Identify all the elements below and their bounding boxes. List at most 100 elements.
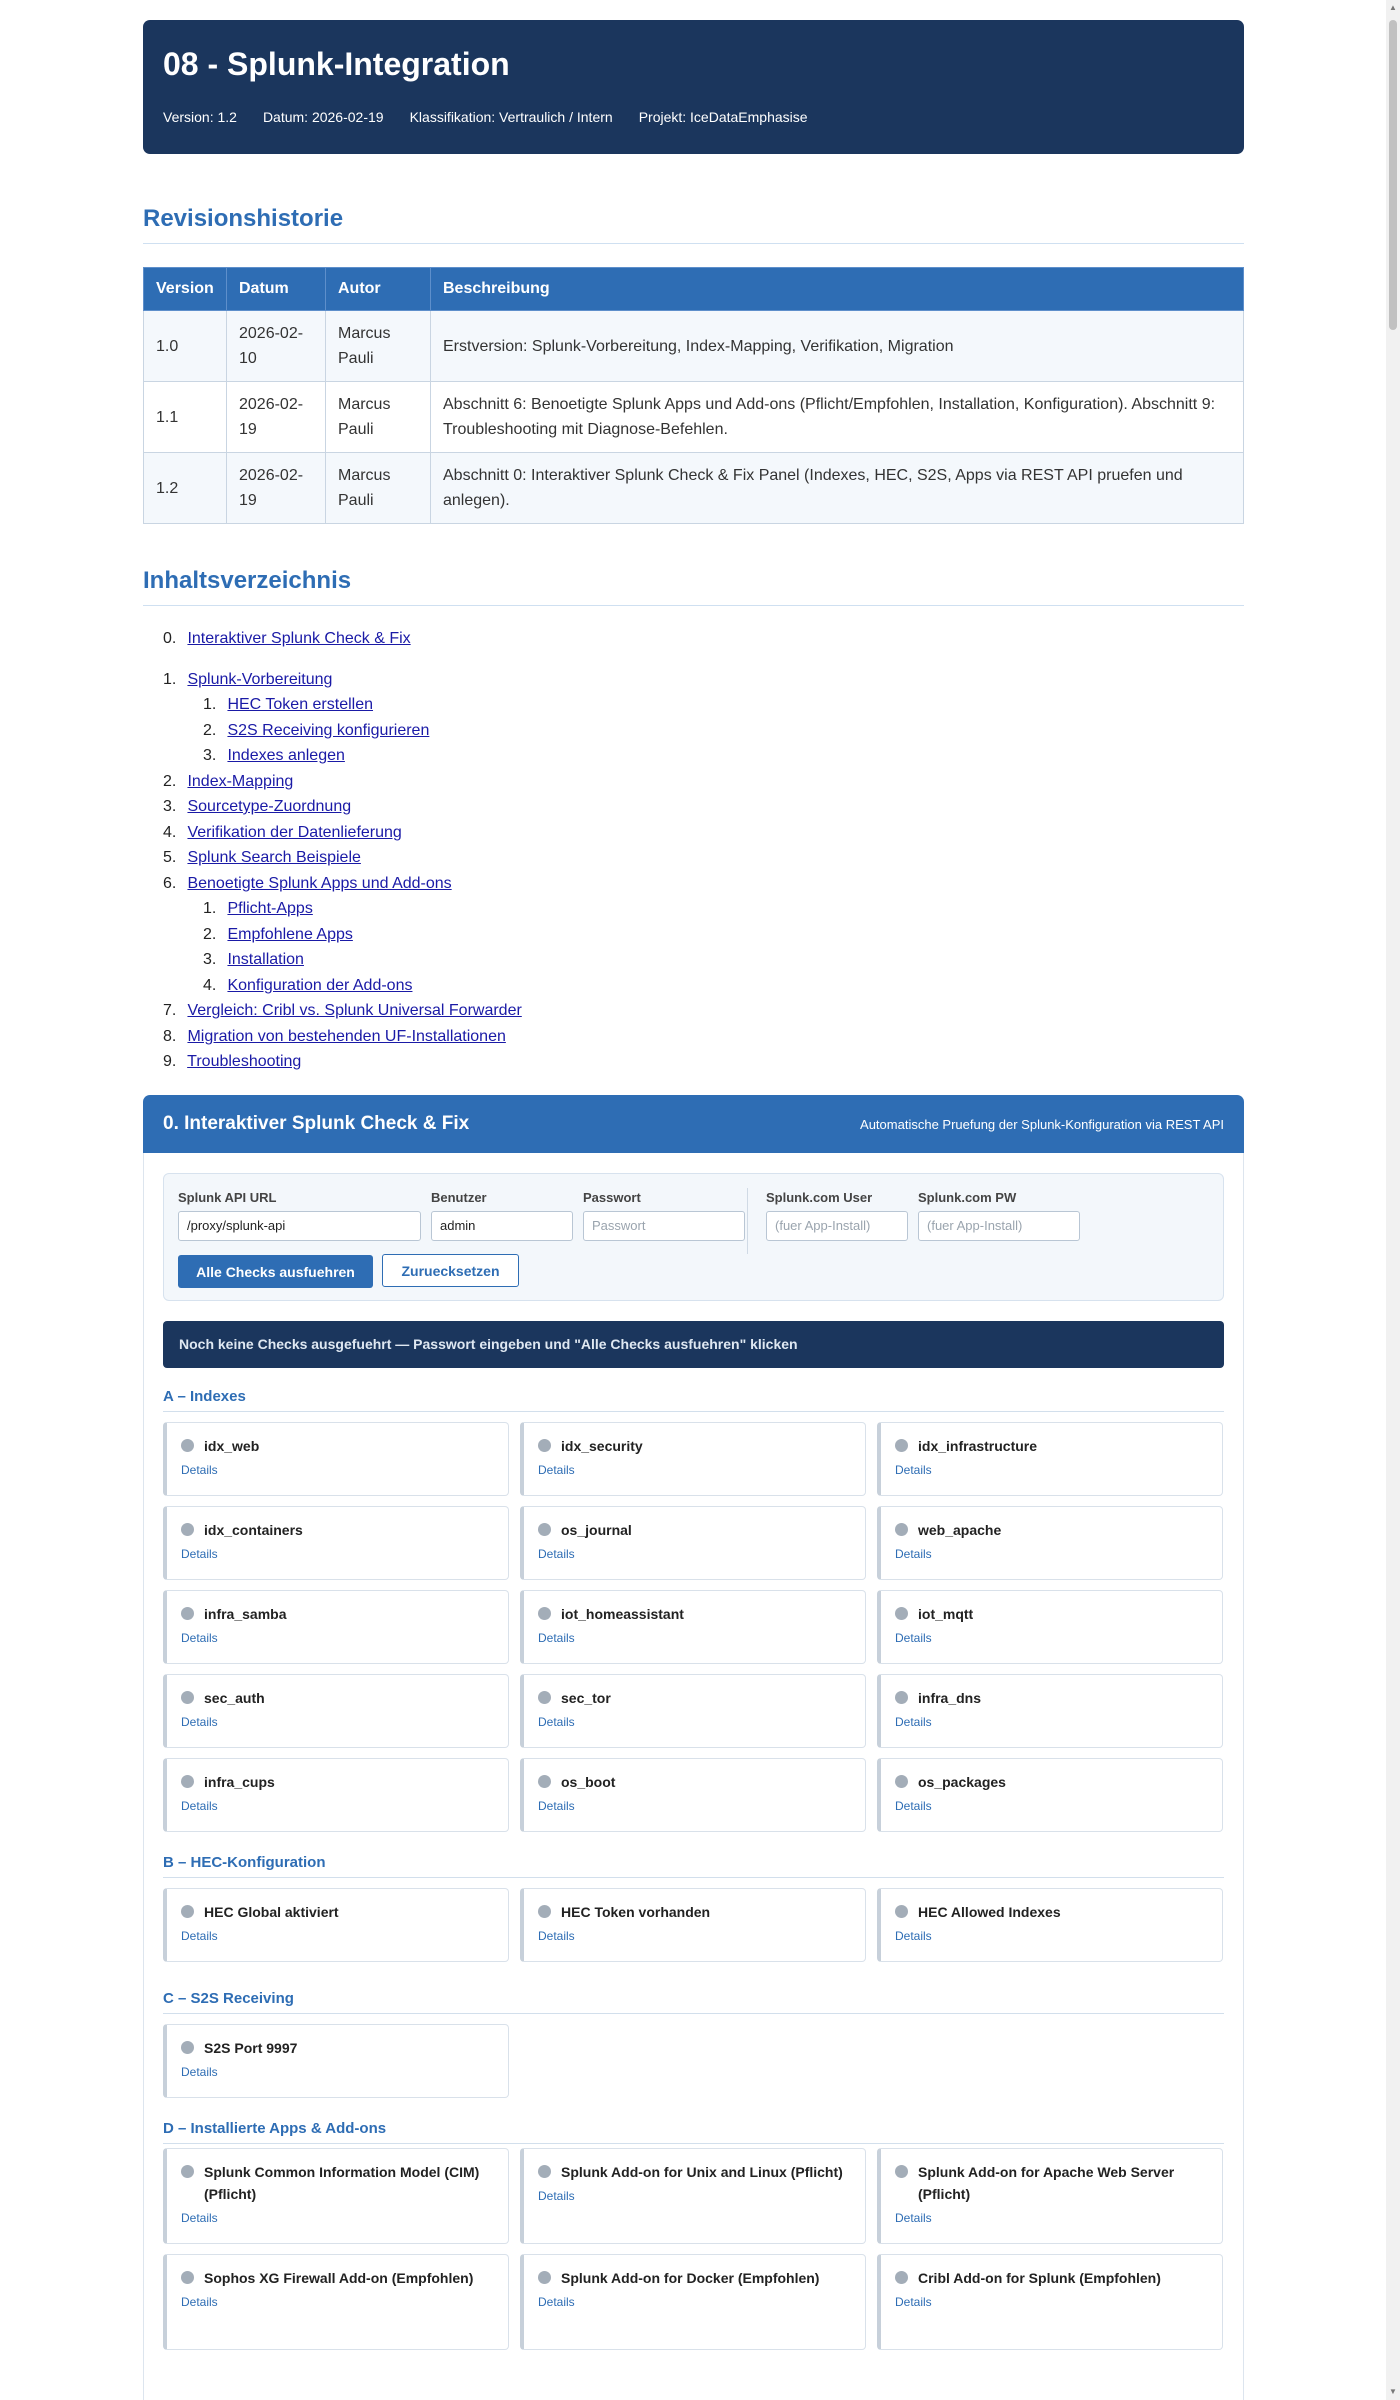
password-input[interactable]: Passwort (583, 1211, 745, 1241)
toc-link[interactable]: Splunk-Vorbereitung (187, 671, 332, 688)
toc-link[interactable]: Empfohlene Apps (227, 926, 352, 943)
revision-table: Version Datum Autor Beschreibung 1.0 202… (143, 267, 1244, 524)
cell-date: 2026-02-10 (226, 310, 326, 382)
details-link[interactable]: Details (895, 1799, 932, 1813)
details-link[interactable]: Details (538, 1929, 575, 1943)
toc-link[interactable]: Vergleich: Cribl vs. Splunk Universal Fo… (187, 1002, 521, 1019)
api-url-input[interactable]: /proxy/splunk-api (178, 1211, 421, 1241)
check-name: idx_containers (204, 1522, 303, 1538)
check-name: idx_web (204, 1438, 260, 1454)
status-dot-icon (181, 1691, 194, 1704)
password-label: Passwort (583, 1190, 641, 1205)
check-card-splunk-add-on-for-docker-empfohlen: Splunk Add-on for Docker (Empfohlen) Deta… (520, 2254, 866, 2350)
status-dot-icon (895, 1905, 908, 1918)
status-banner: Noch keine Checks ausgefuehrt — Passwort… (163, 1321, 1224, 1368)
toc-link[interactable]: Verifikation der Datenlieferung (187, 824, 401, 841)
check-card-infra-cups: infra_cups Details (163, 1758, 509, 1832)
check-name: infra_samba (204, 1606, 287, 1622)
details-link[interactable]: Details (538, 1463, 575, 1477)
details-link[interactable]: Details (181, 2065, 218, 2079)
details-link[interactable]: Details (895, 2211, 932, 2225)
check-row: sec_tor (538, 1687, 865, 1709)
details-link[interactable]: Details (538, 1715, 575, 1729)
check-card-s2s-port-9997: S2S Port 9997 Details (163, 2024, 509, 2098)
details-link[interactable]: Details (181, 2295, 218, 2309)
details-link[interactable]: Details (181, 1631, 218, 1645)
cell-description: Abschnitt 0: Interaktiver Splunk Check &… (430, 452, 1244, 524)
check-row: Cribl Add-on for Splunk (Empfohlen) (895, 2267, 1222, 2289)
toc-link[interactable]: S2S Receiving konfigurieren (227, 722, 429, 739)
details-link[interactable]: Details (181, 1463, 218, 1477)
check-row: Splunk Add-on for Apache Web Server (Pfl… (895, 2161, 1222, 2205)
toc-link[interactable]: Pflicht-Apps (227, 900, 312, 917)
com-pw-field: Splunk.com PW (fuer App-Install) (918, 1190, 1080, 1241)
details-link[interactable]: Details (181, 2211, 218, 2225)
status-dot-icon (181, 2165, 194, 2178)
cell-version: 1.0 (143, 310, 227, 382)
status-dot-icon (181, 1523, 194, 1536)
details-link[interactable]: Details (538, 2189, 575, 2203)
toc-link[interactable]: Troubleshooting (187, 1053, 301, 1070)
toc-link[interactable]: Interaktiver Splunk Check & Fix (187, 630, 410, 647)
user-input[interactable]: admin (431, 1211, 573, 1241)
details-link[interactable]: Details (895, 1463, 932, 1477)
check-card-os-boot: os_boot Details (520, 1758, 866, 1832)
check-name: idx_security (561, 1438, 643, 1454)
category-heading: C – S2S Receiving (163, 1990, 1224, 2014)
scrollbar-thumb[interactable] (1389, 20, 1397, 330)
col-description: Beschreibung (430, 267, 1244, 311)
details-link[interactable]: Details (181, 1547, 218, 1561)
user-field: Benutzer admin (431, 1190, 573, 1241)
check-row: iot_homeassistant (538, 1603, 865, 1625)
toc-link[interactable]: Sourcetype-Zuordnung (187, 798, 351, 815)
check-card-splunk-add-on-for-apache-web-server-pflicht: Splunk Add-on for Apache Web Server (Pfl… (877, 2148, 1223, 2244)
check-name: HEC Token vorhanden (561, 1904, 711, 1920)
details-link[interactable]: Details (895, 1631, 932, 1645)
check-card-iot-mqtt: iot_mqtt Details (877, 1590, 1223, 1664)
scroll-down-arrow-icon[interactable]: ▼ (1389, 2388, 1397, 2396)
run-all-checks-button[interactable]: Alle Checks ausfuehren (178, 1255, 373, 1288)
com-pw-input[interactable]: (fuer App-Install) (918, 1211, 1080, 1241)
check-row: Sophos XG Firewall Add-on (Empfohlen) (181, 2267, 508, 2289)
toc-link[interactable]: Migration von bestehenden UF-Installatio… (187, 1028, 505, 1045)
details-link[interactable]: Details (538, 2295, 575, 2309)
check-row: HEC Token vorhanden (538, 1901, 865, 1923)
status-dot-icon (895, 2271, 908, 2284)
toc-link[interactable]: HEC Token erstellen (227, 696, 373, 713)
details-link[interactable]: Details (181, 1929, 218, 1943)
toc-heading: Inhaltsverzeichnis (143, 567, 1244, 606)
toc-link[interactable]: Index-Mapping (187, 773, 293, 790)
toc-link[interactable]: Installation (227, 951, 304, 968)
details-link[interactable]: Details (538, 1799, 575, 1813)
check-card-cribl-add-on-for-splunk-empfohlen: Cribl Add-on for Splunk (Empfohlen) Detai… (877, 2254, 1223, 2350)
toc-link[interactable]: Indexes anlegen (227, 747, 344, 764)
scroll-up-arrow-icon[interactable]: ▲ (1389, 4, 1397, 12)
check-name: os_packages (918, 1774, 1006, 1790)
check-card-iot-homeassistant: iot_homeassistant Details (520, 1590, 866, 1664)
check-name: HEC Allowed Indexes (918, 1904, 1061, 1920)
details-link[interactable]: Details (181, 1715, 218, 1729)
details-link[interactable]: Details (895, 1715, 932, 1729)
check-card-splunk-add-on-for-unix-and-linux-pflicht: Splunk Add-on for Unix and Linux (Pflich… (520, 2148, 866, 2244)
details-link[interactable]: Details (538, 1631, 575, 1645)
details-link[interactable]: Details (538, 1547, 575, 1561)
com-user-label: Splunk.com User (766, 1190, 873, 1205)
toc-link[interactable]: Benoetigte Splunk Apps und Add-ons (187, 875, 451, 892)
details-link[interactable]: Details (181, 1799, 218, 1813)
category-heading: B – HEC-Konfiguration (163, 1854, 1224, 1878)
toc-link[interactable]: Konfiguration der Add-ons (227, 977, 412, 994)
details-link[interactable]: Details (895, 2295, 932, 2309)
check-card-sophos-xg-firewall-add-on-empfohlen: Sophos XG Firewall Add-on (Empfohlen) Det… (163, 2254, 509, 2350)
toc-subitem: 3. Installation (203, 951, 304, 968)
check-row: idx_web (181, 1435, 508, 1457)
vertical-scrollbar[interactable]: ▲ ▼ (1386, 0, 1400, 2400)
reset-button[interactable]: Zuruecksetzen (382, 1254, 519, 1287)
com-user-input[interactable]: (fuer App-Install) (766, 1211, 908, 1241)
com-pw-label: Splunk.com PW (918, 1190, 1017, 1205)
toc-subitem: 1. HEC Token erstellen (203, 696, 374, 713)
document-header: 08 - Splunk-Integration Version: 1.2 Dat… (143, 20, 1244, 154)
details-link[interactable]: Details (895, 1929, 932, 1943)
toc-link[interactable]: Splunk Search Beispiele (187, 849, 360, 866)
check-card-hec-allowed-indexes: HEC Allowed Indexes Details (877, 1888, 1223, 1962)
details-link[interactable]: Details (895, 1547, 932, 1561)
